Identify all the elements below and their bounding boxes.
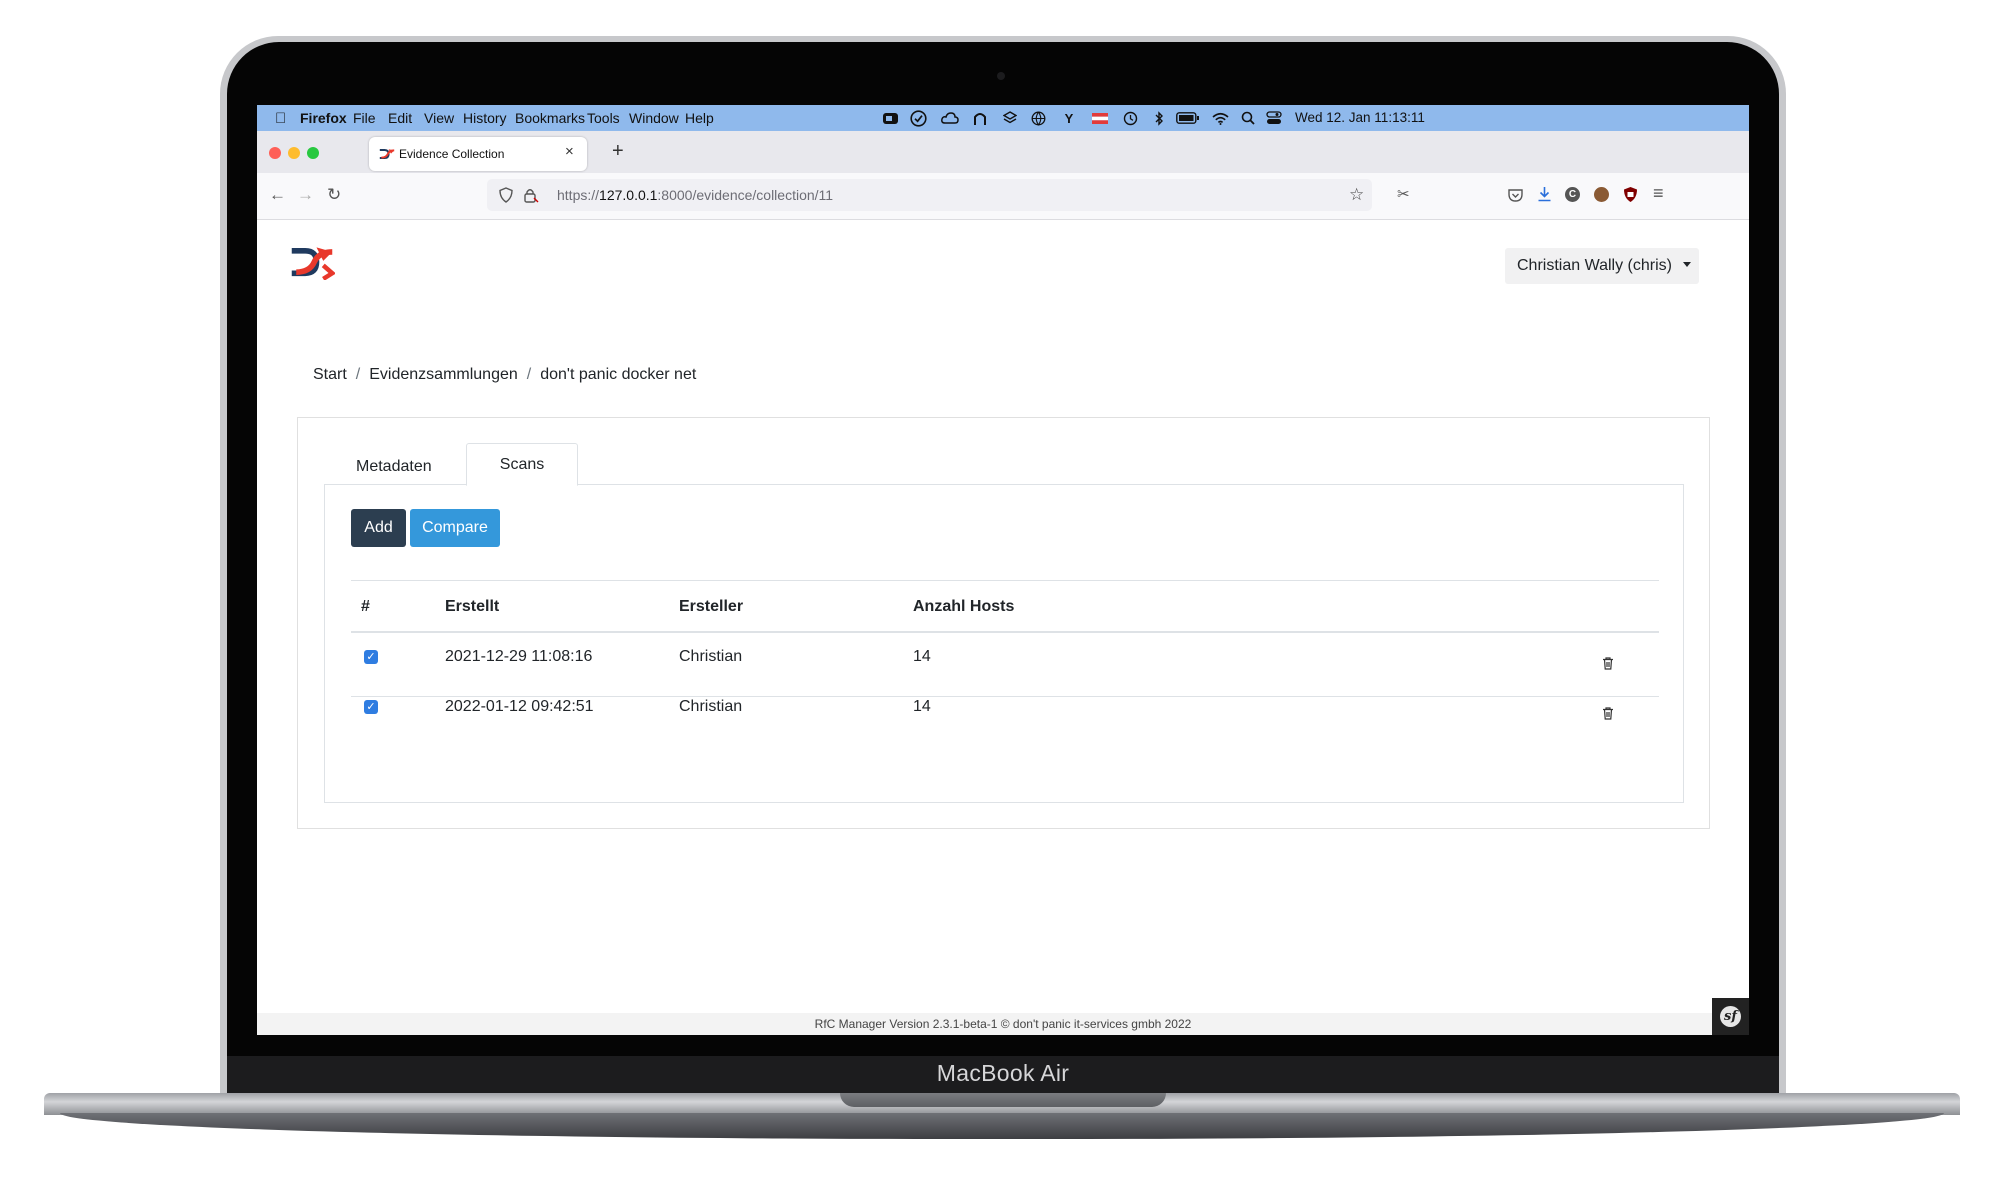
created-cell: 2022-01-12 09:42:51	[445, 698, 594, 715]
caret-down-icon	[1683, 262, 1691, 267]
bookmark-star-icon[interactable]: ☆	[1349, 185, 1364, 205]
row-checkbox[interactable]: ✓	[364, 650, 378, 664]
menu-view[interactable]: View	[424, 110, 454, 126]
user-menu-label: Christian Wally (chris)	[1517, 257, 1672, 274]
device-label: MacBook Air	[936, 1060, 1070, 1086]
new-tab-icon[interactable]: +	[612, 140, 624, 163]
column-header-created[interactable]: Erstellt	[445, 598, 499, 616]
arch-icon[interactable]	[971, 109, 989, 127]
zoom-icon[interactable]	[881, 109, 899, 127]
menubar-clock[interactable]: Wed 12. Jan 11:13:11	[1295, 110, 1425, 125]
page-footer: RfC Manager Version 2.3.1-beta-1 © don't…	[257, 1013, 1749, 1035]
creator-cell: Christian	[679, 648, 743, 665]
ublock-icon[interactable]	[1623, 186, 1638, 208]
wifi-icon[interactable]	[1211, 109, 1229, 127]
compare-button[interactable]: Compare	[410, 509, 500, 547]
back-icon[interactable]: ←	[269, 185, 286, 205]
reload-icon[interactable]: ↻	[327, 185, 341, 205]
url-bar[interactable]: https://127.0.0.1:8000/evidence/collecti…	[487, 179, 1372, 211]
browser-tab-title: Evidence Collection	[399, 147, 505, 161]
trash-icon[interactable]	[1601, 706, 1615, 720]
column-header-index: #	[361, 598, 370, 615]
menu-help[interactable]: Help	[685, 110, 714, 126]
web-page: Christian Wally (chris) Start / Evidenzsam…	[257, 220, 1749, 1035]
menu-window[interactable]: Window	[629, 110, 679, 126]
shield-icon[interactable]	[499, 187, 513, 208]
user-menu-button[interactable]: Christian Wally (chris)	[1505, 248, 1699, 284]
spotlight-icon[interactable]	[1239, 109, 1257, 127]
layers-icon[interactable]	[1001, 109, 1019, 127]
antenna-icon[interactable]: Y	[1060, 109, 1078, 127]
tab-scans[interactable]: Scans	[466, 443, 578, 486]
menu-app-name[interactable]: Firefox	[300, 110, 347, 126]
menu-history[interactable]: History	[463, 110, 507, 126]
menu-bookmarks[interactable]: Bookmarks	[515, 110, 585, 126]
url-text[interactable]: https://127.0.0.1:8000/evidence/collecti…	[557, 187, 833, 203]
row-checkbox[interactable]: ✓	[364, 700, 378, 714]
table-header-row: # Erstellt Ersteller Anzahl Hosts	[351, 580, 1659, 633]
bluetooth-icon[interactable]	[1150, 109, 1168, 127]
breadcrumb: Start / Evidenzsammlungen / don't panic dock…	[313, 366, 696, 384]
screenshot-icon[interactable]: ✂	[1397, 185, 1410, 203]
laptop-base-underside	[60, 1113, 1944, 1139]
symfony-logo-icon: sf	[1720, 1006, 1741, 1027]
breadcrumb-separator: /	[355, 366, 361, 383]
minimize-window-button[interactable]	[288, 147, 300, 159]
column-header-host-count[interactable]: Anzahl Hosts	[913, 598, 1014, 616]
add-button[interactable]: Add	[351, 509, 406, 547]
battery-icon[interactable]	[1176, 109, 1200, 127]
column-header-creator[interactable]: Ersteller	[679, 598, 743, 616]
browser-tab-strip: Evidence Collection × +	[257, 131, 1749, 173]
trash-icon[interactable]	[1601, 656, 1615, 670]
forward-icon[interactable]: →	[297, 185, 314, 205]
zoom-window-button[interactable]	[307, 147, 319, 159]
close-window-button[interactable]	[269, 147, 281, 159]
table-row[interactable]: ✓ 2022-01-12 09:42:51 Christian 14	[351, 682, 1659, 746]
hamburger-menu-icon[interactable]: ≡	[1653, 183, 1664, 204]
breadcrumb-separator: /	[526, 366, 532, 383]
extension-c-icon[interactable]: C	[1565, 187, 1580, 202]
created-cell: 2021-12-29 11:08:16	[445, 648, 593, 665]
breadcrumb-current: don't panic docker net	[540, 366, 697, 383]
browser-toolbar: ← → ↻ https://127.0.0.1:8000/evidence/co…	[257, 173, 1749, 220]
breadcrumb-evidence-collections[interactable]: Evidenzsammlungen	[369, 366, 518, 383]
pocket-icon[interactable]	[1508, 188, 1523, 207]
host-count-cell: 14	[913, 648, 931, 665]
breadcrumb-start[interactable]: Start	[313, 366, 347, 383]
apple-icon[interactable]: 	[275, 110, 286, 127]
tab-close-icon[interactable]: ×	[565, 143, 574, 160]
camera-icon	[997, 72, 1005, 80]
host-count-cell: 14	[913, 698, 931, 715]
symfony-toolbar-toggle[interactable]: sf	[1712, 998, 1749, 1035]
menu-tools[interactable]: Tools	[587, 110, 620, 126]
cloud-icon[interactable]	[941, 109, 959, 127]
check-circle-icon[interactable]	[909, 109, 927, 127]
tab-metadata[interactable]: Metadaten	[356, 458, 432, 476]
lock-icon[interactable]	[523, 187, 539, 208]
screen:  Firefox File Edit View History Bookmar…	[257, 105, 1749, 1035]
cookie-extension-icon[interactable]	[1594, 187, 1609, 202]
browser-tab[interactable]: Evidence Collection ×	[369, 137, 587, 171]
download-icon[interactable]	[1537, 186, 1552, 207]
favicon-icon	[379, 146, 395, 167]
globe-icon[interactable]	[1029, 109, 1047, 127]
menu-edit[interactable]: Edit	[388, 110, 412, 126]
time-machine-icon[interactable]	[1121, 109, 1139, 127]
app-logo[interactable]	[289, 244, 337, 285]
mac-menubar:  Firefox File Edit View History Bookmar…	[257, 105, 1749, 131]
creator-cell: Christian	[679, 698, 743, 715]
laptop-notch	[840, 1093, 1166, 1107]
collection-card: Metadaten Scans Add Compare # Erstellt E…	[297, 417, 1710, 829]
control-center-icon[interactable]	[1265, 109, 1283, 127]
scans-tab-pane: Add Compare # Erstellt Ersteller Anzahl …	[324, 484, 1684, 803]
flag-icon[interactable]	[1091, 109, 1109, 127]
menu-file[interactable]: File	[353, 110, 376, 126]
